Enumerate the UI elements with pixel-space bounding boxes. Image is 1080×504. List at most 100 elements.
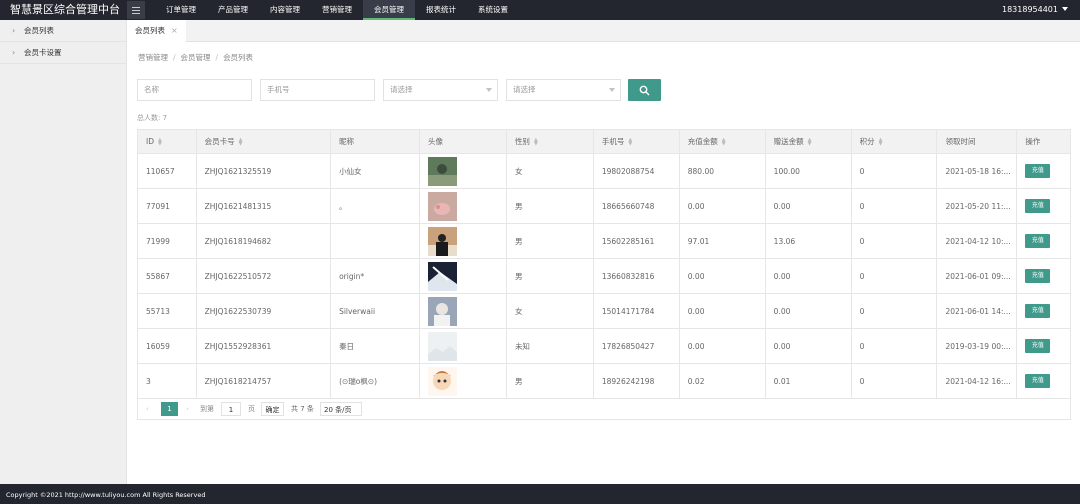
phone-input[interactable]: 手机号 (260, 79, 375, 101)
cell-phone: 13660832816 (592, 258, 680, 294)
close-icon[interactable]: × (171, 26, 178, 35)
cell-card: ZHJQ1622510572 (195, 258, 331, 294)
breadcrumb-item[interactable]: 会员管理 (181, 53, 211, 62)
col-header-card[interactable]: 会员卡号 ▲ ▼ (195, 129, 332, 154)
table-row: 55713 ZHJQ1622530739 Silverwaii 女 1501417178… (137, 293, 1071, 329)
nav-item-products[interactable]: 产品管理 (207, 0, 259, 20)
avatar (428, 261, 458, 291)
menu-toggle-icon[interactable] (127, 1, 145, 19)
cell-gift: 13.06 (764, 223, 852, 259)
cell-action: 充值 (1016, 153, 1071, 189)
col-header-action: 操作 (1016, 129, 1071, 154)
select-1[interactable]: 请选择 (383, 79, 498, 101)
cell-recharge: 880.00 (678, 153, 766, 189)
tab-member-list[interactable]: 会员列表 × (127, 20, 186, 42)
nav-item-content[interactable]: 内容管理 (259, 0, 311, 20)
cell-card: ZHJQ1552928361 (195, 328, 331, 364)
cell-avatar (419, 188, 507, 224)
cell-gift: 0.00 (764, 188, 852, 224)
search-icon (639, 85, 650, 96)
recharge-button[interactable]: 充值 (1025, 374, 1051, 388)
page-jump-input[interactable]: 1 (221, 402, 241, 416)
chevron-right-icon: › (12, 48, 16, 57)
cell-card: ZHJQ1622530739 (195, 293, 331, 329)
recharge-button[interactable]: 充值 (1025, 269, 1051, 283)
col-header-time: 领取时间 (936, 129, 1018, 154)
recharge-button[interactable]: 充值 (1025, 234, 1051, 248)
total-count: 总人数: 7 (137, 114, 168, 122)
goto-label: 到第 (200, 405, 214, 413)
col-header-recharge[interactable]: 充值金额 ▲ ▼ (678, 129, 766, 154)
breadcrumb-separator: / (215, 53, 219, 62)
page-jump-button[interactable]: 确定 (261, 402, 284, 416)
sort-icon[interactable]: ▲ ▼ (534, 138, 538, 147)
col-header-id[interactable]: ID ▲ ▼ (137, 129, 197, 154)
sidebar-item-card-settings[interactable]: › 会员卡设置 (0, 42, 126, 64)
app-title: 智慧景区综合管理中台 (10, 3, 120, 16)
sort-icon[interactable]: ▲ ▼ (879, 138, 883, 147)
next-page-icon[interactable]: › (186, 402, 189, 416)
nav-item-members[interactable]: 会员管理 (363, 0, 415, 20)
sort-icon[interactable]: ▲ ▼ (722, 138, 726, 147)
select-2[interactable]: 请选择 (506, 79, 621, 101)
cell-nick: 小仙女 (330, 153, 420, 189)
cell-action: 充值 (1016, 328, 1071, 364)
cell-id: 55713 (137, 293, 197, 329)
cell-points: 0 (850, 153, 937, 189)
sidebar-item-member-list[interactable]: › 会员列表 (0, 20, 126, 42)
recharge-button[interactable]: 充值 (1025, 199, 1051, 213)
sort-icon[interactable]: ▲ ▼ (628, 138, 632, 147)
name-input[interactable]: 名称 (137, 79, 252, 101)
col-header-phone[interactable]: 手机号 ▲ ▼ (592, 129, 680, 154)
cell-recharge: 97.01 (678, 223, 766, 259)
cell-avatar (419, 363, 507, 399)
cell-gift: 100.00 (764, 153, 852, 189)
recharge-button[interactable]: 充值 (1025, 304, 1051, 318)
sidebar-item-label: 会员列表 (24, 26, 54, 35)
cell-points: 0 (850, 223, 937, 259)
page-size-select[interactable]: 20 条/页 (320, 402, 362, 416)
pagination: ‹ 1 › 到第 1 页 确定 共 7 条 20 条/页 (137, 398, 1071, 420)
sort-icon[interactable]: ▲ ▼ (239, 138, 243, 147)
col-header-gift[interactable]: 赠送金额 ▲ ▼ (764, 129, 852, 154)
cell-gender: 女 (505, 293, 594, 329)
col-header-avatar: 头像 (419, 129, 507, 154)
chevron-right-icon: › (12, 26, 16, 35)
sort-icon[interactable]: ▲ ▼ (808, 138, 812, 147)
nav-item-reports[interactable]: 报表统计 (415, 0, 467, 20)
nav-item-orders[interactable]: 订单管理 (155, 0, 207, 20)
sort-icon[interactable]: ▲ ▼ (158, 138, 162, 147)
nav-item-settings[interactable]: 系统设置 (467, 0, 519, 20)
cell-recharge: 0.00 (678, 293, 766, 329)
cell-gender: 女 (505, 153, 594, 189)
cell-gift: 0.01 (764, 363, 852, 399)
page-label: 页 (248, 405, 255, 413)
dropdown-arrow-icon (486, 88, 492, 92)
page-current[interactable]: 1 (161, 402, 178, 416)
cell-id: 3 (137, 363, 197, 399)
cell-points: 0 (850, 363, 937, 399)
table-row: 110657 ZHJQ1621325519 小仙女 女 19802088754 880.0… (137, 153, 1071, 189)
search-button[interactable] (628, 79, 661, 101)
col-header-points[interactable]: 积分 ▲ ▼ (850, 129, 938, 154)
cell-recharge: 0.00 (678, 328, 766, 364)
recharge-button[interactable]: 充值 (1025, 339, 1051, 353)
cell-recharge: 0.00 (678, 188, 766, 224)
cell-id: 71999 (137, 223, 197, 259)
cell-nick: 秦日 (330, 328, 420, 364)
cell-time: 2021-04-12 10:... (936, 223, 1017, 259)
avatar (428, 191, 458, 221)
cell-action: 充值 (1016, 188, 1071, 224)
avatar (428, 156, 458, 186)
recharge-button[interactable]: 充值 (1025, 164, 1051, 178)
sidebar-item-label: 会员卡设置 (24, 48, 62, 57)
breadcrumb-item[interactable]: 营销管理 (138, 53, 168, 62)
nav-item-marketing[interactable]: 营销管理 (311, 0, 363, 20)
col-header-gender[interactable]: 性别 ▲ ▼ (505, 129, 594, 154)
cell-gender: 男 (505, 258, 594, 294)
table-header-row: ID ▲ ▼ 会员卡号 ▲ ▼ 昵称 头像 性别 ▲ ▼ 手机号 ▲ ▼ 充值金额 ▲ ▼ 赠送金额… (137, 129, 1071, 154)
user-menu[interactable]: 18318954401 (1002, 0, 1068, 20)
prev-page-icon[interactable]: ‹ (146, 402, 149, 416)
cell-recharge: 0.00 (678, 258, 766, 294)
cell-avatar (419, 223, 507, 259)
